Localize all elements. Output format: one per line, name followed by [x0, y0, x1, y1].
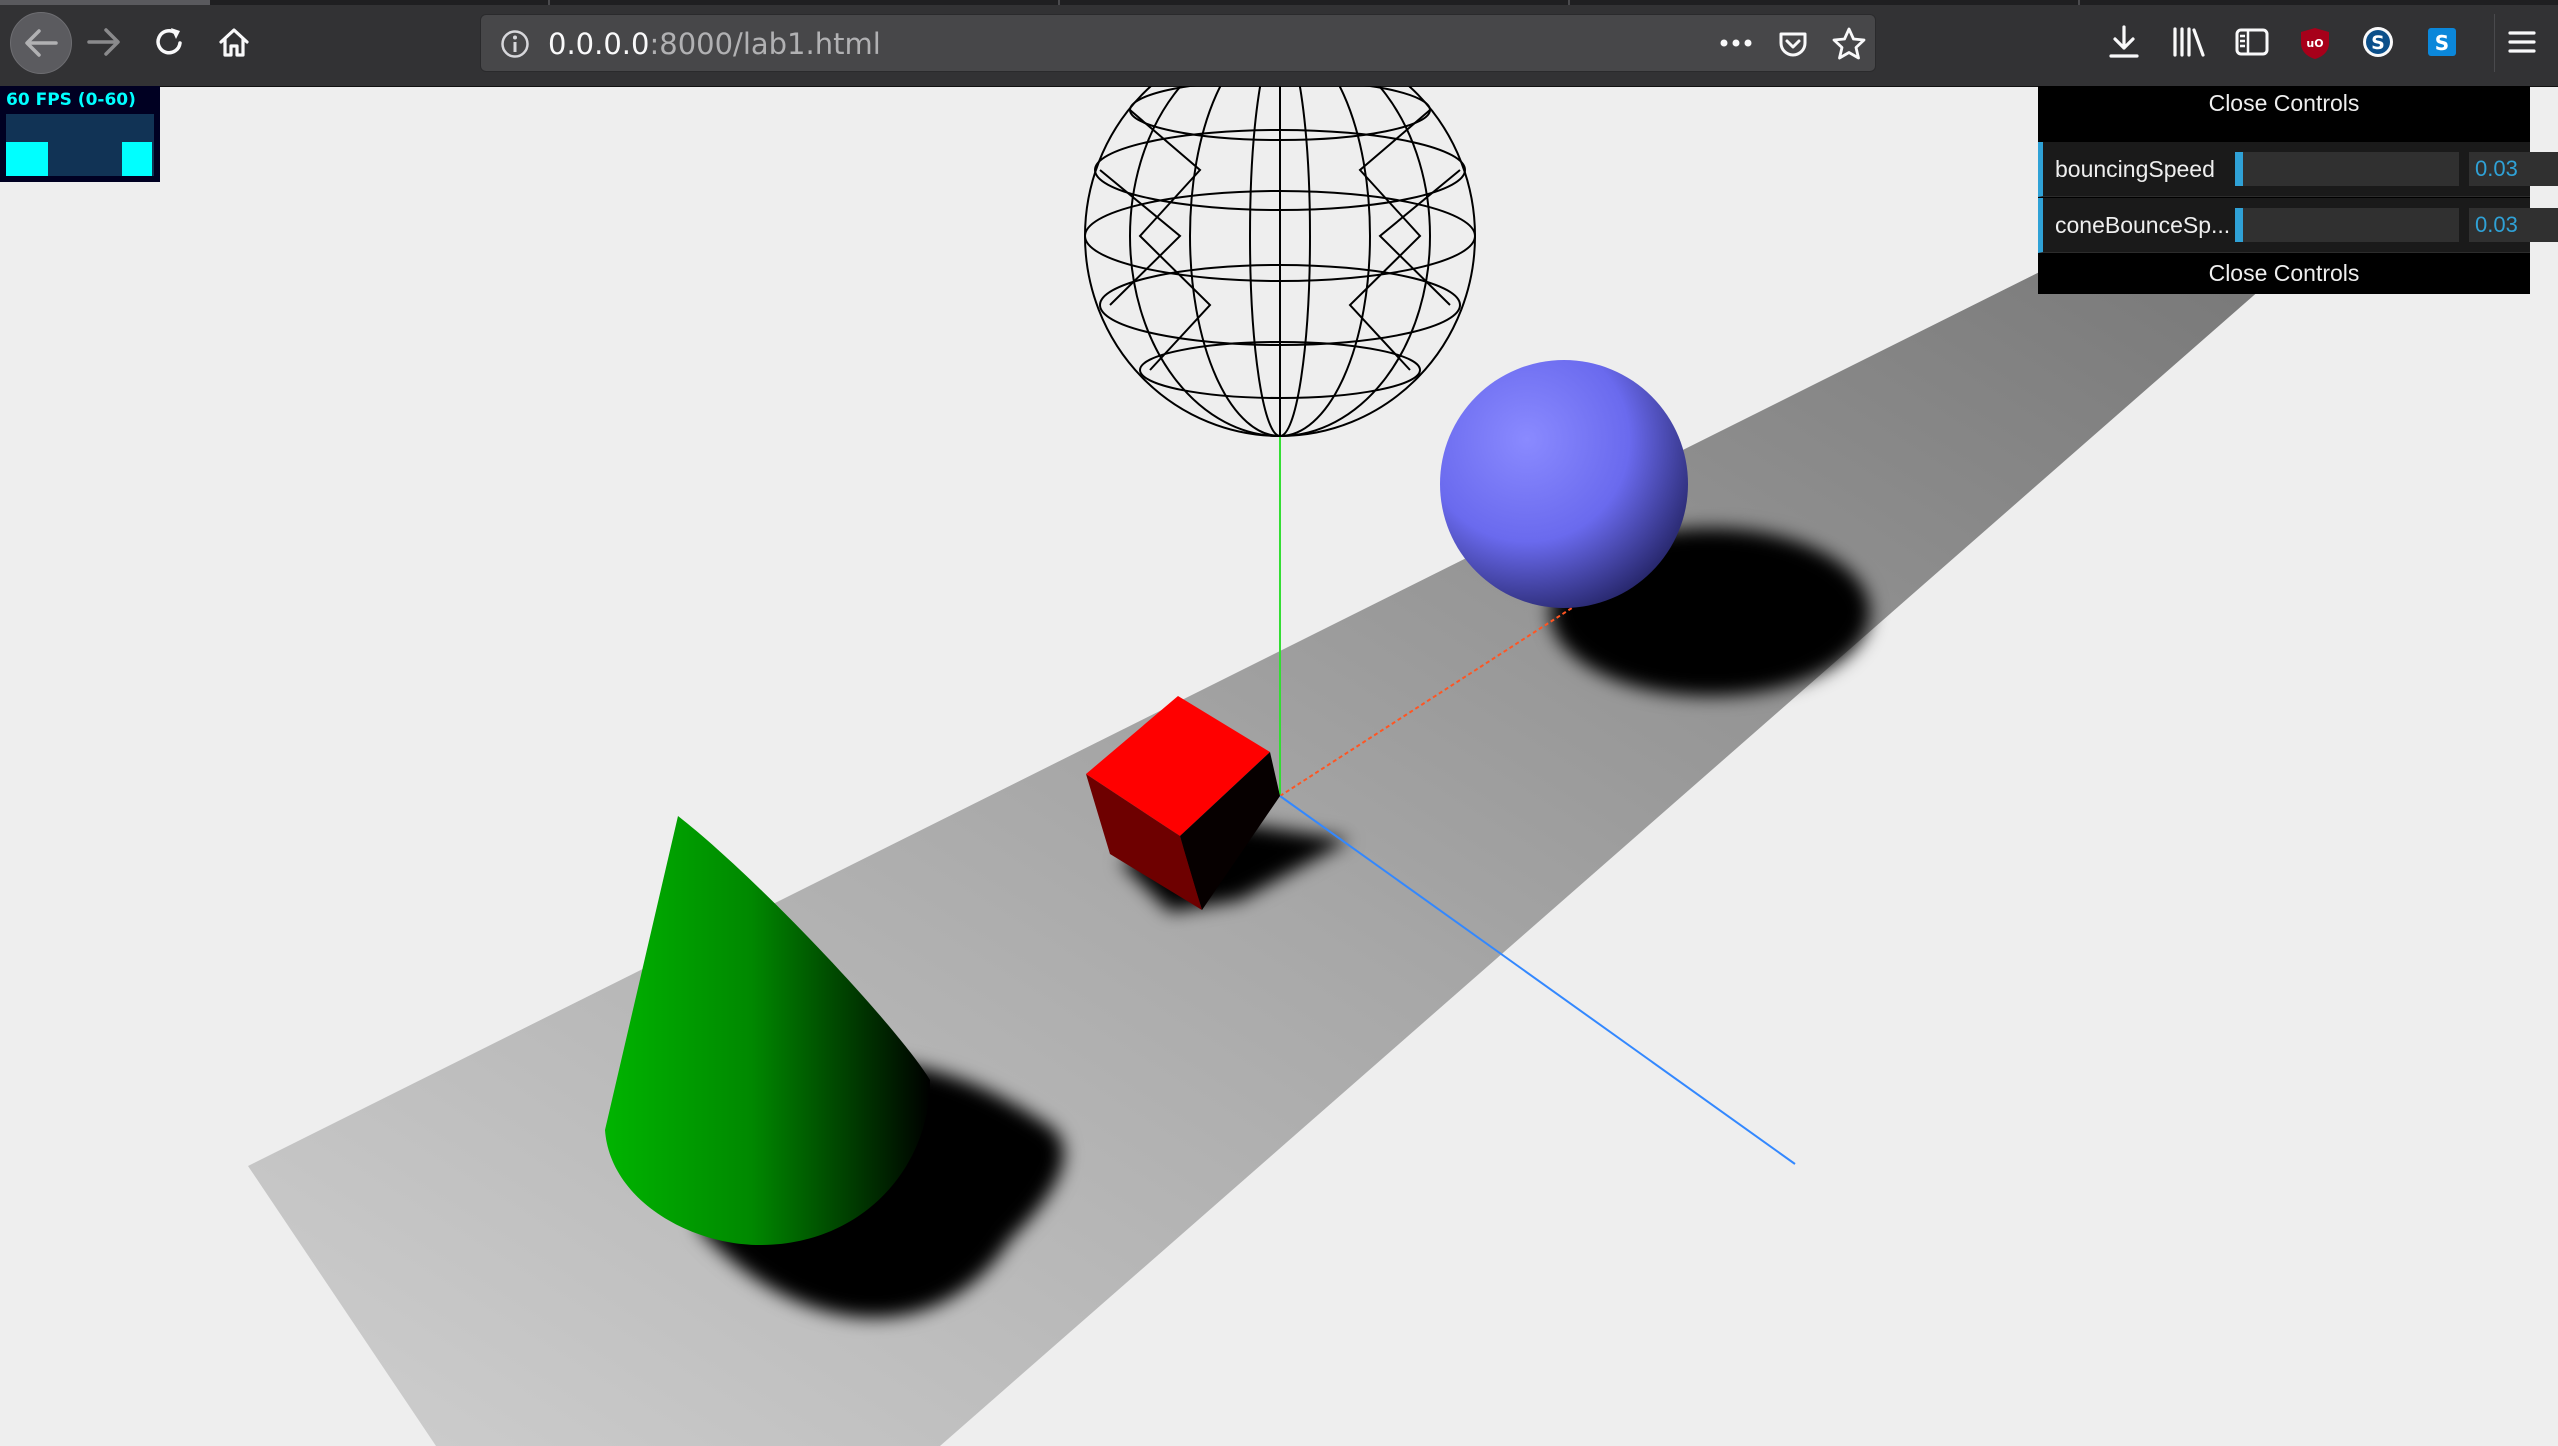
tab-separator: [1568, 0, 1570, 5]
tab-strip: [0, 0, 2558, 5]
fps-label: 60 FPS (0-60): [6, 90, 136, 110]
bouncing-speed-value-input[interactable]: 0.03: [2469, 152, 2558, 186]
tab-separator: [2078, 0, 2080, 5]
wireframe-sphere: [1084, 86, 1476, 437]
gui-row-bouncing-speed[interactable]: bouncingSpeed 0.03: [2038, 142, 2558, 197]
gui-control-label: bouncingSpeed: [2055, 156, 2215, 182]
sidebar-button[interactable]: [2232, 22, 2272, 62]
toolbar-separator: [2494, 14, 2495, 72]
svg-text:S: S: [2435, 31, 2449, 55]
reload-icon: [156, 28, 182, 55]
url-text[interactable]: 0.0.0.0:8000/lab1.html: [548, 27, 881, 61]
back-arrow-icon: [25, 29, 58, 57]
tab-separator: [548, 0, 550, 5]
library-button[interactable]: [2168, 22, 2210, 62]
tab-active[interactable]: [0, 0, 210, 5]
fps-graph-bar: [122, 142, 152, 176]
slider-fill: [2235, 208, 2243, 242]
hamburger-menu-icon: [2508, 31, 2536, 53]
ublock-button[interactable]: uO: [2296, 24, 2334, 62]
fps-stats-panel[interactable]: 60 FPS (0-60): [0, 86, 160, 182]
s-circle-icon: S: [2363, 27, 2393, 57]
home-button[interactable]: [214, 22, 254, 62]
close-controls-button[interactable]: Close Controls: [2038, 256, 2530, 290]
cone-bounce-speed-value-input[interactable]: 0.03: [2469, 208, 2558, 242]
info-icon[interactable]: [499, 28, 531, 60]
library-icon: [2173, 27, 2205, 57]
ublock-icon: uO: [2301, 28, 2329, 59]
tab-separator: [1058, 0, 1060, 5]
dat-gui-panel: Close Controls bouncingSpeed 0.03 coneBo…: [2038, 86, 2558, 294]
cone-bounce-speed-slider[interactable]: [2235, 208, 2459, 242]
bouncing-speed-slider[interactable]: [2235, 152, 2459, 186]
close-controls-button[interactable]: Close Controls: [2038, 86, 2530, 120]
sidebar-icon: [2235, 28, 2269, 56]
url-host: 0.0.0.0: [548, 27, 650, 61]
pocket-icon[interactable]: [1777, 28, 1809, 60]
extension-s-square-button[interactable]: S: [2422, 22, 2462, 62]
reload-button[interactable]: [150, 22, 190, 62]
s-square-icon: S: [2428, 28, 2456, 56]
ground-plane: [248, 122, 2390, 1446]
browser-toolbar: 0.0.0.0:8000/lab1.html uO S S: [0, 0, 2558, 87]
url-bar[interactable]: 0.0.0.0:8000/lab1.html: [480, 14, 1876, 72]
forward-arrow-icon: [87, 28, 120, 56]
svg-text:uO: uO: [2306, 37, 2323, 50]
extension-s-circle-button[interactable]: S: [2358, 22, 2398, 62]
download-icon: [2109, 25, 2139, 58]
downloads-button[interactable]: [2104, 22, 2144, 62]
url-path: :8000/lab1.html: [649, 27, 881, 61]
home-icon: [219, 28, 249, 57]
gui-control-label: coneBounceSp...: [2055, 212, 2231, 238]
menu-button[interactable]: [2502, 22, 2542, 62]
slider-fill: [2235, 152, 2243, 186]
back-button[interactable]: [10, 12, 72, 74]
fps-graph-bar: [6, 142, 48, 176]
star-icon[interactable]: [1831, 26, 1867, 62]
more-dots-icon[interactable]: [1719, 33, 1753, 53]
fps-graph: [6, 114, 154, 176]
forward-button[interactable]: [84, 22, 124, 62]
gui-row-cone-bounce-speed[interactable]: coneBounceSp... 0.03: [2038, 198, 2558, 253]
blue-sphere[interactable]: [1440, 360, 1688, 608]
svg-text:S: S: [2371, 32, 2385, 54]
